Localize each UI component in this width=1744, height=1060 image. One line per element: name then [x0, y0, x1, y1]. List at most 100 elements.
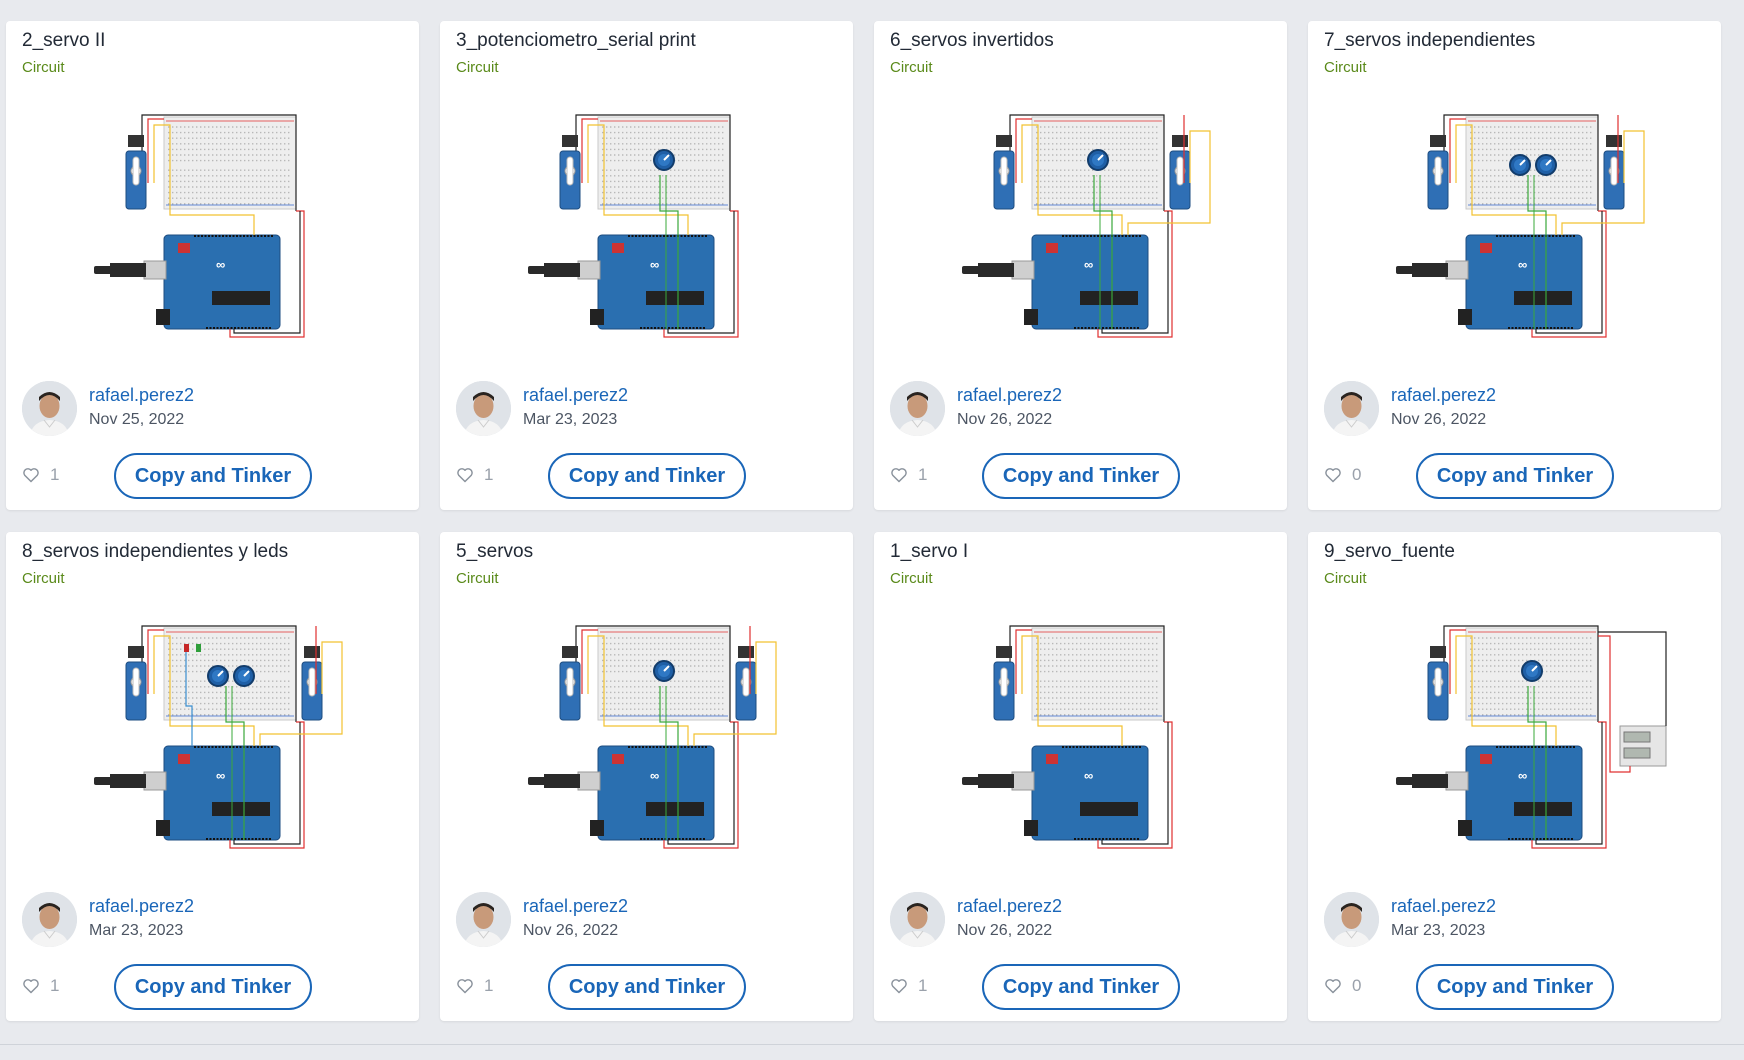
project-card[interactable]: 1_servo I Circuit ∞ rafael.perez2 Nov 26…	[874, 532, 1287, 1021]
project-card[interactable]: 9_servo_fuente Circuit ∞ rafael.perez2 M…	[1308, 532, 1721, 1021]
project-card[interactable]: 7_servos independientes Circuit ∞ rafael…	[1308, 21, 1721, 510]
project-type-label: Circuit	[22, 570, 65, 587]
project-date: Nov 26, 2022	[957, 411, 1053, 428]
copy-and-tinker-button[interactable]: Copy and Tinker	[114, 453, 312, 499]
project-card[interactable]: 2_servo II Circuit ∞ rafael.perez2 Nov 2…	[6, 21, 419, 510]
like-control[interactable]: 1	[890, 465, 927, 485]
breadboard	[163, 627, 297, 721]
project-card[interactable]: 3_potenciometro_serial print Circuit ∞ r…	[440, 21, 853, 510]
arduino-uno-board: ∞	[1031, 745, 1149, 841]
arduino-uno-board: ∞	[1465, 745, 1583, 841]
project-type-label: Circuit	[1324, 59, 1367, 76]
copy-and-tinker-button[interactable]: Copy and Tinker	[982, 964, 1180, 1010]
project-title[interactable]: 1_servo I	[890, 541, 968, 563]
led	[184, 644, 189, 652]
like-control[interactable]: 0	[1324, 976, 1361, 996]
project-title[interactable]: 6_servos invertidos	[890, 30, 1054, 52]
project-date: Mar 23, 2023	[523, 411, 618, 428]
wire	[581, 118, 598, 183]
like-control[interactable]: 1	[22, 465, 59, 485]
like-control[interactable]: 1	[456, 976, 493, 996]
circuit-thumbnail[interactable]: ∞	[1348, 596, 1681, 896]
author-link[interactable]: rafael.perez2	[523, 896, 628, 917]
avatar-image	[456, 381, 511, 436]
project-type-label: Circuit	[890, 570, 933, 587]
author-link[interactable]: rafael.perez2	[957, 385, 1062, 406]
circuit-thumbnail[interactable]: ∞	[480, 85, 813, 385]
copy-and-tinker-button[interactable]: Copy and Tinker	[114, 964, 312, 1010]
arduino-uno-board: ∞	[163, 745, 281, 841]
project-title[interactable]: 3_potenciometro_serial print	[456, 30, 696, 52]
project-title[interactable]: 8_servos independientes y leds	[22, 541, 288, 563]
like-control[interactable]: 1	[890, 976, 927, 996]
project-title[interactable]: 2_servo II	[22, 30, 105, 52]
usb-cable	[962, 260, 1038, 325]
avatar[interactable]	[1324, 892, 1379, 947]
project-title[interactable]: 9_servo_fuente	[1324, 541, 1455, 563]
avatar-image	[890, 381, 945, 436]
project-card[interactable]: 5_servos Circuit ∞ rafael.perez2 Nov 26,…	[440, 532, 853, 1021]
page-bottom-divider	[0, 1044, 1744, 1060]
author-link[interactable]: rafael.perez2	[1391, 385, 1496, 406]
project-card[interactable]: 8_servos independientes y leds Circuit ∞…	[6, 532, 419, 1021]
heart-outline-icon[interactable]	[22, 978, 40, 994]
potentiometer	[653, 660, 675, 682]
heart-outline-icon[interactable]	[890, 467, 908, 483]
heart-outline-icon[interactable]	[1324, 467, 1342, 483]
circuit-thumbnail[interactable]: ∞	[914, 596, 1247, 896]
circuit-thumbnail[interactable]: ∞	[46, 85, 379, 385]
like-count: 1	[484, 976, 494, 995]
copy-and-tinker-button[interactable]: Copy and Tinker	[982, 453, 1180, 499]
usb-cable	[1396, 771, 1472, 836]
project-title[interactable]: 7_servos independientes	[1324, 30, 1535, 52]
led	[196, 644, 201, 652]
avatar[interactable]	[890, 381, 945, 436]
circuit-thumbnail[interactable]: ∞	[914, 85, 1247, 385]
like-control[interactable]: 1	[456, 465, 493, 485]
author-link[interactable]: rafael.perez2	[89, 385, 194, 406]
like-count: 1	[918, 465, 928, 484]
project-type-label: Circuit	[456, 59, 499, 76]
svg-text:∞: ∞	[650, 768, 659, 783]
avatar[interactable]	[22, 892, 77, 947]
avatar-image	[456, 892, 511, 947]
potentiometer	[1509, 154, 1531, 176]
circuit-thumbnail[interactable]: ∞	[46, 596, 379, 896]
arduino-uno-board: ∞	[597, 745, 715, 841]
avatar[interactable]	[890, 892, 945, 947]
author-link[interactable]: rafael.perez2	[1391, 896, 1496, 917]
like-control[interactable]: 0	[1324, 465, 1361, 485]
heart-outline-icon[interactable]	[890, 978, 908, 994]
author-link[interactable]: rafael.perez2	[957, 896, 1062, 917]
usb-cable	[528, 260, 604, 325]
servo-motor	[1603, 135, 1625, 210]
heart-outline-icon[interactable]	[456, 467, 474, 483]
project-title[interactable]: 5_servos	[456, 541, 533, 563]
avatar[interactable]	[1324, 381, 1379, 436]
author-link[interactable]: rafael.perez2	[89, 896, 194, 917]
avatar[interactable]	[22, 381, 77, 436]
project-date: Nov 26, 2022	[1391, 411, 1487, 428]
copy-and-tinker-button[interactable]: Copy and Tinker	[1416, 964, 1614, 1010]
copy-and-tinker-button[interactable]: Copy and Tinker	[548, 964, 746, 1010]
circuit-thumbnail[interactable]: ∞	[480, 596, 813, 896]
like-control[interactable]: 1	[22, 976, 59, 996]
project-card[interactable]: 6_servos invertidos Circuit ∞ rafael.per…	[874, 21, 1287, 510]
heart-outline-icon[interactable]	[22, 467, 40, 483]
project-date: Mar 23, 2023	[89, 922, 184, 939]
copy-and-tinker-button[interactable]: Copy and Tinker	[548, 453, 746, 499]
avatar[interactable]	[456, 892, 511, 947]
circuit-thumbnail[interactable]: ∞	[1348, 85, 1681, 385]
potentiometer	[1535, 154, 1557, 176]
copy-and-tinker-button[interactable]: Copy and Tinker	[1416, 453, 1614, 499]
wire	[147, 629, 164, 694]
avatar[interactable]	[456, 381, 511, 436]
heart-outline-icon[interactable]	[1324, 978, 1342, 994]
servo-motor	[125, 135, 147, 210]
potentiometer	[653, 149, 675, 171]
heart-outline-icon[interactable]	[456, 978, 474, 994]
avatar-image	[1324, 381, 1379, 436]
author-link[interactable]: rafael.perez2	[523, 385, 628, 406]
project-date: Nov 26, 2022	[523, 922, 619, 939]
project-date: Nov 26, 2022	[957, 922, 1053, 939]
